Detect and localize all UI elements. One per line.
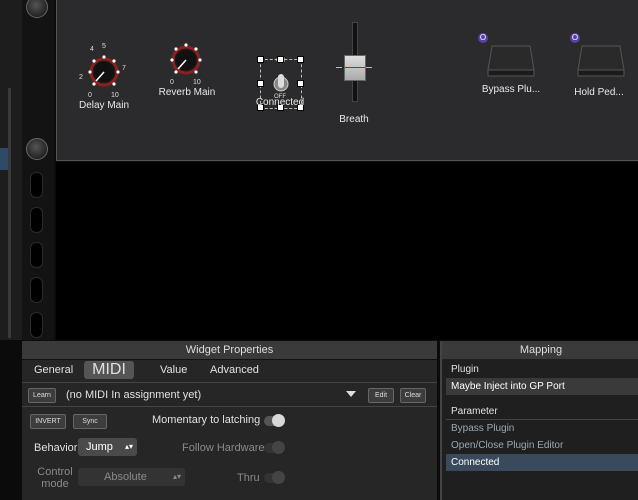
rack-screw	[26, 138, 48, 160]
rack-screw	[26, 0, 48, 18]
midi-assignment-text: (no MIDI In assignment yet)	[66, 389, 202, 401]
control-mode-label: Control mode	[37, 466, 73, 490]
footswitch-icon	[487, 45, 535, 77]
selection-handle[interactable]	[257, 80, 264, 87]
behavior-value: Jump	[86, 441, 113, 453]
behavior-select[interactable]: Jump ▴▾	[78, 438, 137, 456]
hold-led-icon: O	[570, 33, 580, 43]
bypass-led-icon: O	[478, 33, 488, 43]
selection-handle[interactable]	[297, 56, 304, 63]
selection-handle[interactable]	[277, 56, 284, 63]
bypass-plugin-label: Bypass Plu...	[481, 84, 541, 95]
knob-dial-icon	[170, 43, 202, 75]
tab-midi-label: MIDI	[92, 361, 126, 378]
fader-tick	[336, 67, 342, 68]
parameter-list-item-selected[interactable]: Connected	[446, 454, 638, 471]
fader-cap[interactable]	[344, 55, 366, 81]
stepper-icon: ▴▾	[172, 472, 181, 481]
delay-main-label: Delay Main	[78, 100, 130, 111]
rack-slot	[30, 207, 43, 233]
behavior-label: Behavior	[34, 442, 78, 454]
left-rail	[0, 0, 22, 340]
tab-general[interactable]: General	[34, 364, 73, 376]
connected-switch-label: Connected	[255, 97, 305, 108]
rail-scrollbar[interactable]	[8, 88, 11, 338]
plugin-value-row[interactable]: Maybe Inject into GP Port	[446, 378, 638, 395]
knob-dial-icon	[88, 55, 120, 87]
tab-midi[interactable]: MIDI	[84, 361, 134, 379]
rack-slot	[30, 312, 43, 338]
rack-slot	[30, 277, 43, 303]
stepper-icon: ▴▾	[124, 442, 133, 451]
fader-cap-line	[345, 67, 365, 68]
tab-advanced[interactable]: Advanced	[210, 364, 259, 376]
footswitch-icon	[577, 45, 625, 77]
momentary-toggle[interactable]	[264, 414, 285, 427]
selection-handle[interactable]	[257, 56, 264, 63]
parameter-header: Parameter	[446, 403, 638, 420]
rackspace-canvas[interactable]	[56, 162, 638, 340]
edit-button[interactable]: Edit	[368, 388, 394, 403]
clear-button[interactable]: Clear	[400, 388, 426, 403]
reverb-main-label: Reverb Main	[158, 87, 216, 98]
thru-toggle[interactable]	[264, 471, 285, 484]
control-mode-select[interactable]: Absolute ▴▾	[78, 468, 185, 486]
knob-tick-min: 0	[88, 92, 92, 99]
follow-hardware-toggle[interactable]	[264, 441, 285, 454]
control-mode-value: Absolute	[104, 471, 147, 483]
mapping-title: Mapping	[440, 341, 638, 359]
invert-button[interactable]: INVERT	[30, 414, 66, 429]
widget-properties-title: Widget Properties	[22, 341, 437, 360]
thru-label: Thru	[237, 472, 260, 484]
knob-tick-max: 10	[193, 79, 201, 86]
knob-tick: 2	[79, 74, 83, 81]
selection-handle[interactable]	[297, 80, 304, 87]
learn-button[interactable]: Learn	[28, 388, 56, 403]
section-divider	[22, 406, 437, 407]
parameter-list-item[interactable]: Open/Close Plugin Editor	[446, 437, 638, 454]
momentary-label: Momentary to latching	[152, 414, 261, 426]
knob-tick: 4	[90, 46, 94, 53]
follow-hardware-label: Follow Hardware	[182, 442, 265, 454]
rack-column	[22, 0, 54, 340]
knob-tick-max: 10	[111, 92, 119, 99]
delay-main-knob[interactable]	[76, 44, 132, 104]
sync-button[interactable]: Sync	[73, 414, 107, 429]
breath-fader[interactable]	[334, 22, 374, 122]
breath-label: Breath	[339, 114, 369, 125]
parameter-list-item[interactable]: Bypass Plugin	[446, 420, 638, 437]
dropdown-arrow-icon[interactable]	[346, 391, 356, 398]
hold-pedal-button[interactable]	[576, 44, 626, 78]
rack-slot	[30, 242, 43, 268]
tab-divider	[22, 382, 437, 383]
rail-selection-marker	[0, 148, 8, 170]
tab-value[interactable]: Value	[160, 364, 187, 376]
fader-tick	[366, 67, 372, 68]
hold-pedal-label: Hold Ped...	[574, 87, 624, 98]
reverb-main-knob[interactable]	[158, 32, 214, 92]
knob-tick: 5	[102, 43, 106, 50]
knob-tick-min: 0	[170, 79, 174, 86]
knob-tick: 7	[122, 65, 126, 72]
bypass-plugin-button[interactable]	[486, 44, 536, 78]
rack-slot	[30, 172, 43, 198]
plugin-header: Plugin	[451, 364, 479, 375]
